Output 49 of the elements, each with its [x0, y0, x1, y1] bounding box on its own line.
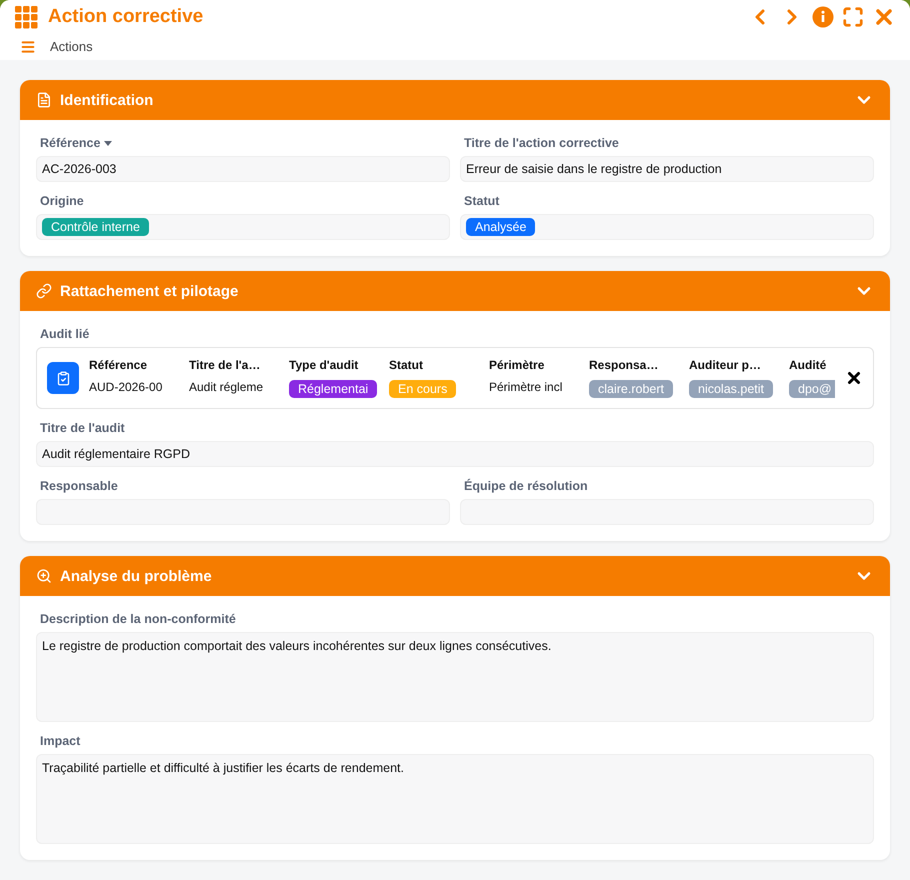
clipboard-check-icon — [47, 362, 79, 394]
column-header: Responsa… — [589, 358, 660, 372]
tag: Réglementai — [289, 380, 378, 398]
field-label: Équipe de résolution — [463, 479, 589, 493]
table-cell: Audit régleme — [189, 380, 264, 394]
fullscreen-button[interactable] — [842, 6, 864, 28]
window-title: Action corrective — [48, 6, 204, 28]
grid-icon — [14, 4, 38, 29]
field-label: Responsable — [39, 479, 119, 493]
document-icon — [36, 92, 52, 108]
status-tag: Contrôle interne — [42, 218, 149, 236]
close-button[interactable] — [845, 369, 863, 387]
field-label: Titre de l'action corrective — [463, 136, 620, 150]
column-header: Auditeur p… — [689, 358, 762, 372]
column-header: Périmètre — [489, 358, 546, 372]
table-cell: AUD-2026-00 — [89, 380, 162, 394]
field-label: Référence — [36, 136, 450, 150]
section-title: Analyse du problème — [60, 568, 213, 584]
field-label: Audit lié — [39, 327, 90, 341]
menu-button[interactable] — [20, 38, 36, 55]
toolbar-label: Actions — [50, 39, 93, 54]
info-button[interactable] — [812, 6, 834, 28]
field-label: Description de la non-conformité — [39, 612, 237, 626]
field-label: Impact — [39, 734, 82, 748]
field-label: Titre de l'audit — [39, 421, 126, 435]
input-field[interactable]: Erreur de saisie dans le registre de production — [460, 156, 874, 182]
column-header: Titre de l'a… — [189, 358, 262, 372]
column-header: Audité — [789, 358, 828, 372]
tag: dpo@ — [789, 380, 835, 398]
column-header: Type d'audit — [289, 358, 360, 372]
field-label: Statut — [463, 194, 500, 208]
input-field[interactable]: AC-2026-003 — [36, 156, 450, 182]
column-header: Statut — [389, 358, 424, 372]
field[interactable]: Analysée — [460, 214, 874, 240]
text-area[interactable]: Traçabilité partielle et difficulté à justifier les écarts de rendement. — [36, 754, 874, 844]
column-header: Référence — [89, 358, 148, 372]
tag: claire.robert — [589, 380, 673, 398]
tag: En cours — [389, 380, 456, 398]
section-title: Identification — [60, 92, 154, 108]
link-icon — [36, 283, 52, 299]
text-area[interactable]: Le registre de production comportait des valeurs incohérentes sur deux lignes consécutives. — [36, 632, 874, 722]
section-title: Rattachement et pilotage — [60, 282, 240, 300]
input-field[interactable]: Audit réglementaire RGPD — [36, 441, 874, 467]
search-icon — [36, 568, 52, 584]
status-tag: Analysée — [466, 218, 536, 236]
field-label: Origine — [39, 194, 85, 208]
tag: nicolas.petit — [689, 380, 774, 398]
table-cell: Périmètre incl — [489, 380, 562, 394]
dropdown-caret-icon[interactable] — [104, 140, 112, 146]
